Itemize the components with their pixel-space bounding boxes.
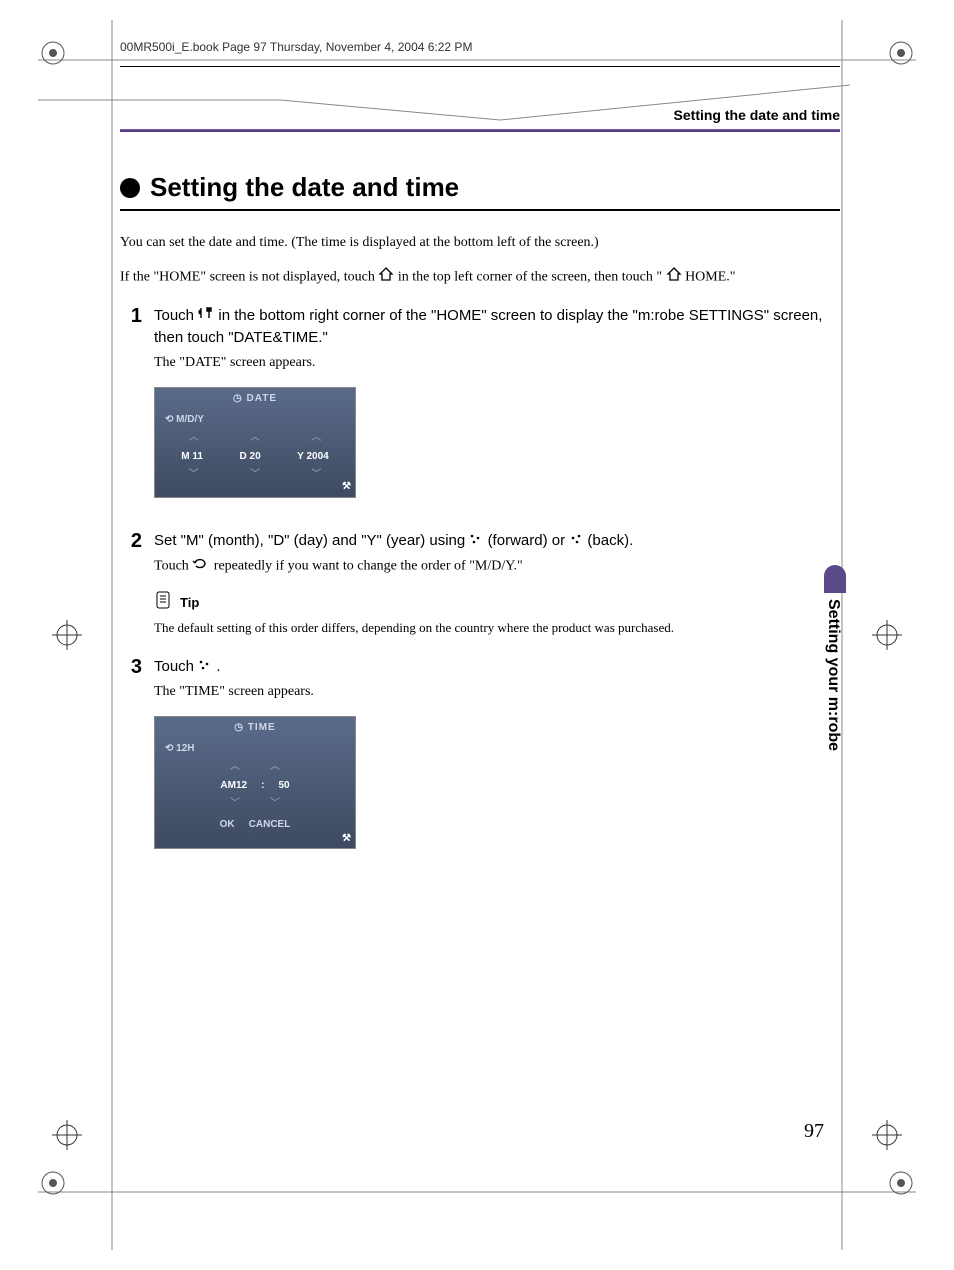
cycle-icon [192, 556, 210, 576]
tools-icon [198, 305, 214, 327]
tab-label: Setting your m:robe [824, 599, 842, 751]
chevron-up-icon: ︿ [230, 760, 240, 775]
chapter-tab: Setting your m:robe [824, 565, 846, 745]
tools-icon: ⚒ [342, 480, 351, 495]
clock-icon: ◷ [233, 393, 243, 404]
step-1: 1 Touch in the bottom right corner of th… [120, 305, 840, 511]
step-sub: The "DATE" screen appears. [154, 353, 840, 373]
step-text: Touch [154, 658, 198, 675]
minute-value: 50 [278, 779, 289, 794]
step-sub: Touch [154, 558, 192, 573]
section-title: Setting the date and time [120, 172, 840, 203]
screen-title: DATE [247, 393, 277, 404]
home-icon [666, 267, 682, 288]
month-label: M [181, 451, 189, 462]
year-value: 2004 [306, 451, 328, 462]
day-value: 20 [250, 451, 261, 462]
step-text: (back). [587, 532, 633, 549]
chevron-up-icon: ︿ [189, 431, 199, 446]
ok-button-label: OK [220, 818, 235, 833]
step-text: Touch [154, 307, 198, 324]
bullet-icon [120, 178, 140, 198]
registration-mark-icon [888, 1170, 914, 1196]
registration-mark-icon [40, 40, 66, 66]
step-number: 3 [120, 656, 142, 863]
intro-text: You can set the date and time. (The time… [120, 233, 840, 253]
tip-label: Tip [180, 594, 199, 613]
month-value: 11 [192, 451, 203, 462]
step-3: 3 Touch . The "TIME" screen appears. ◷ T… [120, 656, 840, 863]
crosshair-icon [52, 620, 82, 650]
registration-mark-icon [40, 1170, 66, 1196]
forward-dots-icon [198, 656, 212, 678]
step-sub: The "TIME" screen appears. [154, 682, 840, 702]
cancel-button-label: CANCEL [249, 818, 291, 833]
format-label: M/D/Y [176, 414, 204, 425]
crosshair-icon [872, 620, 902, 650]
title-underline [120, 209, 840, 211]
tab-cap [824, 565, 846, 593]
step-text: Set "M" (month), "D" (day) and "Y" (year… [154, 532, 469, 549]
step-text: in the bottom right corner of the "HOME"… [154, 307, 822, 346]
back-dots-icon [569, 530, 583, 552]
home-icon [378, 267, 394, 288]
date-screen-figure: ◷ DATE ⟲ M/D/Y ︿︿︿ M 11 D 20 Y 2004 ﹀﹀﹀ … [154, 387, 356, 498]
chevron-down-icon: ﹀ [311, 468, 321, 483]
title-text: Setting the date and time [150, 172, 459, 203]
day-label: D [240, 451, 247, 462]
chevron-down-icon: ﹀ [189, 468, 199, 483]
step-number: 2 [120, 530, 142, 638]
precondition-part: HOME." [685, 269, 735, 284]
step-text: (forward) or [488, 532, 570, 549]
crosshair-icon [52, 1120, 82, 1150]
cycle-icon: ⟲ [165, 743, 173, 754]
precondition-part: in the top left corner of the screen, th… [398, 269, 666, 284]
page-number: 97 [804, 1120, 824, 1143]
crosshair-icon [872, 1120, 902, 1150]
time-sep: : [261, 779, 264, 794]
step-2: 2 Set "M" (month), "D" (day) and "Y" (ye… [120, 530, 840, 638]
header-rule [120, 66, 840, 67]
tools-icon: ⚒ [342, 832, 351, 847]
year-label: Y [297, 451, 304, 462]
format-label: 12H [176, 743, 194, 754]
chevron-up-icon: ︿ [270, 760, 280, 775]
chevron-up-icon: ︿ [250, 431, 260, 446]
running-header: Setting the date and time [120, 107, 840, 123]
precondition-text: If the "HOME" screen is not displayed, t… [120, 267, 840, 288]
tip-text: The default setting of this order differ… [154, 619, 840, 638]
note-icon [154, 590, 174, 617]
step-number: 1 [120, 305, 142, 511]
step-sub: repeatedly if you want to change the ord… [214, 558, 523, 573]
time-screen-figure: ◷ TIME ⟲ 12H ︿ ︿ AM12 : 50 ﹀ ﹀ OK CANCEL ⚒ [154, 716, 356, 849]
chevron-down-icon: ﹀ [270, 797, 280, 812]
chevron-up-icon: ︿ [311, 431, 321, 446]
registration-mark-icon [888, 40, 914, 66]
chevron-down-icon: ﹀ [250, 468, 260, 483]
header-metadata: 00MR500i_E.book Page 97 Thursday, Novemb… [120, 40, 840, 54]
forward-dots-icon [469, 530, 483, 552]
section-divider [120, 129, 840, 132]
cycle-icon: ⟲ [165, 414, 173, 425]
chevron-down-icon: ﹀ [230, 797, 240, 812]
step-text: . [216, 658, 220, 675]
precondition-part: If the "HOME" screen is not displayed, t… [120, 269, 378, 284]
hour-value: AM12 [220, 779, 247, 794]
screen-title: TIME [248, 722, 276, 733]
tip: Tip [154, 590, 840, 617]
clock-icon: ◷ [234, 722, 244, 733]
